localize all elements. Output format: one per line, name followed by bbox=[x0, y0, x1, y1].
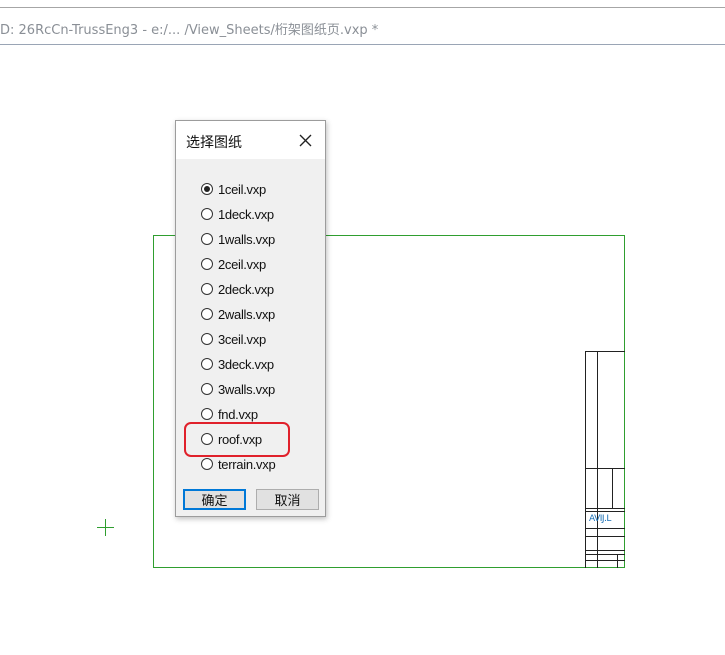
radio-button[interactable] bbox=[201, 308, 213, 320]
radio-button[interactable] bbox=[201, 383, 213, 395]
radio-button[interactable] bbox=[201, 283, 213, 295]
radio-button[interactable] bbox=[201, 358, 213, 370]
radio-label: terrain.vxp bbox=[218, 456, 276, 472]
dialog-title: 选择图纸 bbox=[186, 135, 242, 151]
ok-button[interactable]: 确定 bbox=[183, 489, 246, 510]
radio-button[interactable] bbox=[201, 233, 213, 245]
tb-line bbox=[585, 528, 625, 529]
radio-option[interactable]: terrain.vxp bbox=[201, 454, 276, 474]
tb-line bbox=[617, 554, 618, 568]
title-block bbox=[584, 351, 625, 568]
top-strip bbox=[0, 0, 725, 8]
radio-button-checked[interactable] bbox=[201, 183, 213, 195]
radio-label: 3ceil.vxp bbox=[218, 331, 266, 347]
radio-label: fnd.vxp bbox=[218, 406, 258, 422]
radio-button[interactable] bbox=[201, 458, 213, 470]
radio-button[interactable] bbox=[201, 258, 213, 270]
tb-line bbox=[585, 508, 625, 509]
close-icon bbox=[299, 134, 312, 147]
radio-label: 3deck.vxp bbox=[218, 356, 274, 372]
cancel-button[interactable]: 取消 bbox=[256, 489, 319, 510]
radio-option[interactable]: 3ceil.vxp bbox=[201, 329, 266, 349]
tb-line bbox=[585, 554, 625, 555]
title-block-label: AVIJ.L bbox=[589, 514, 611, 524]
radio-label: 1walls.vxp bbox=[218, 231, 275, 247]
close-button[interactable] bbox=[292, 129, 318, 153]
tb-line bbox=[585, 550, 625, 551]
radio-label: 1ceil.vxp bbox=[218, 181, 266, 197]
tb-line bbox=[585, 351, 625, 352]
crosshair-cursor-v bbox=[105, 519, 106, 536]
roof-option-highlight bbox=[184, 422, 290, 457]
document-path: D: 26RcCn-TrussEng3 - e:/... /View_Sheet… bbox=[0, 23, 379, 38]
radio-button[interactable] bbox=[201, 408, 213, 420]
radio-button[interactable] bbox=[201, 333, 213, 345]
radio-label: 2walls.vxp bbox=[218, 306, 275, 322]
radio-option[interactable]: 1deck.vxp bbox=[201, 204, 274, 224]
window-titlebar: D: 26RcCn-TrussEng3 - e:/... /View_Sheet… bbox=[0, 0, 725, 45]
radio-option[interactable]: 3walls.vxp bbox=[201, 379, 275, 399]
select-sheet-dialog: 选择图纸 1ceil.vxp 1deck.vxp 1walls.vxp 2cei… bbox=[175, 120, 326, 517]
radio-option[interactable]: 3deck.vxp bbox=[201, 354, 274, 374]
radio-button[interactable] bbox=[201, 208, 213, 220]
dialog-header: 选择图纸 bbox=[176, 121, 325, 159]
tb-line bbox=[585, 511, 625, 512]
radio-option[interactable]: fnd.vxp bbox=[201, 404, 258, 424]
tb-line bbox=[585, 560, 625, 561]
radio-label: 2ceil.vxp bbox=[218, 256, 266, 272]
radio-option[interactable]: 2ceil.vxp bbox=[201, 254, 266, 274]
radio-option[interactable]: 2walls.vxp bbox=[201, 304, 275, 324]
radio-label: 1deck.vxp bbox=[218, 206, 274, 222]
tb-line bbox=[585, 468, 625, 469]
radio-label: 3walls.vxp bbox=[218, 381, 275, 397]
radio-option[interactable]: 1ceil.vxp bbox=[201, 179, 266, 199]
tb-line bbox=[585, 536, 625, 537]
tb-line bbox=[612, 468, 613, 508]
radio-option[interactable]: 2deck.vxp bbox=[201, 279, 274, 299]
radio-label: 2deck.vxp bbox=[218, 281, 274, 297]
radio-option[interactable]: 1walls.vxp bbox=[201, 229, 275, 249]
